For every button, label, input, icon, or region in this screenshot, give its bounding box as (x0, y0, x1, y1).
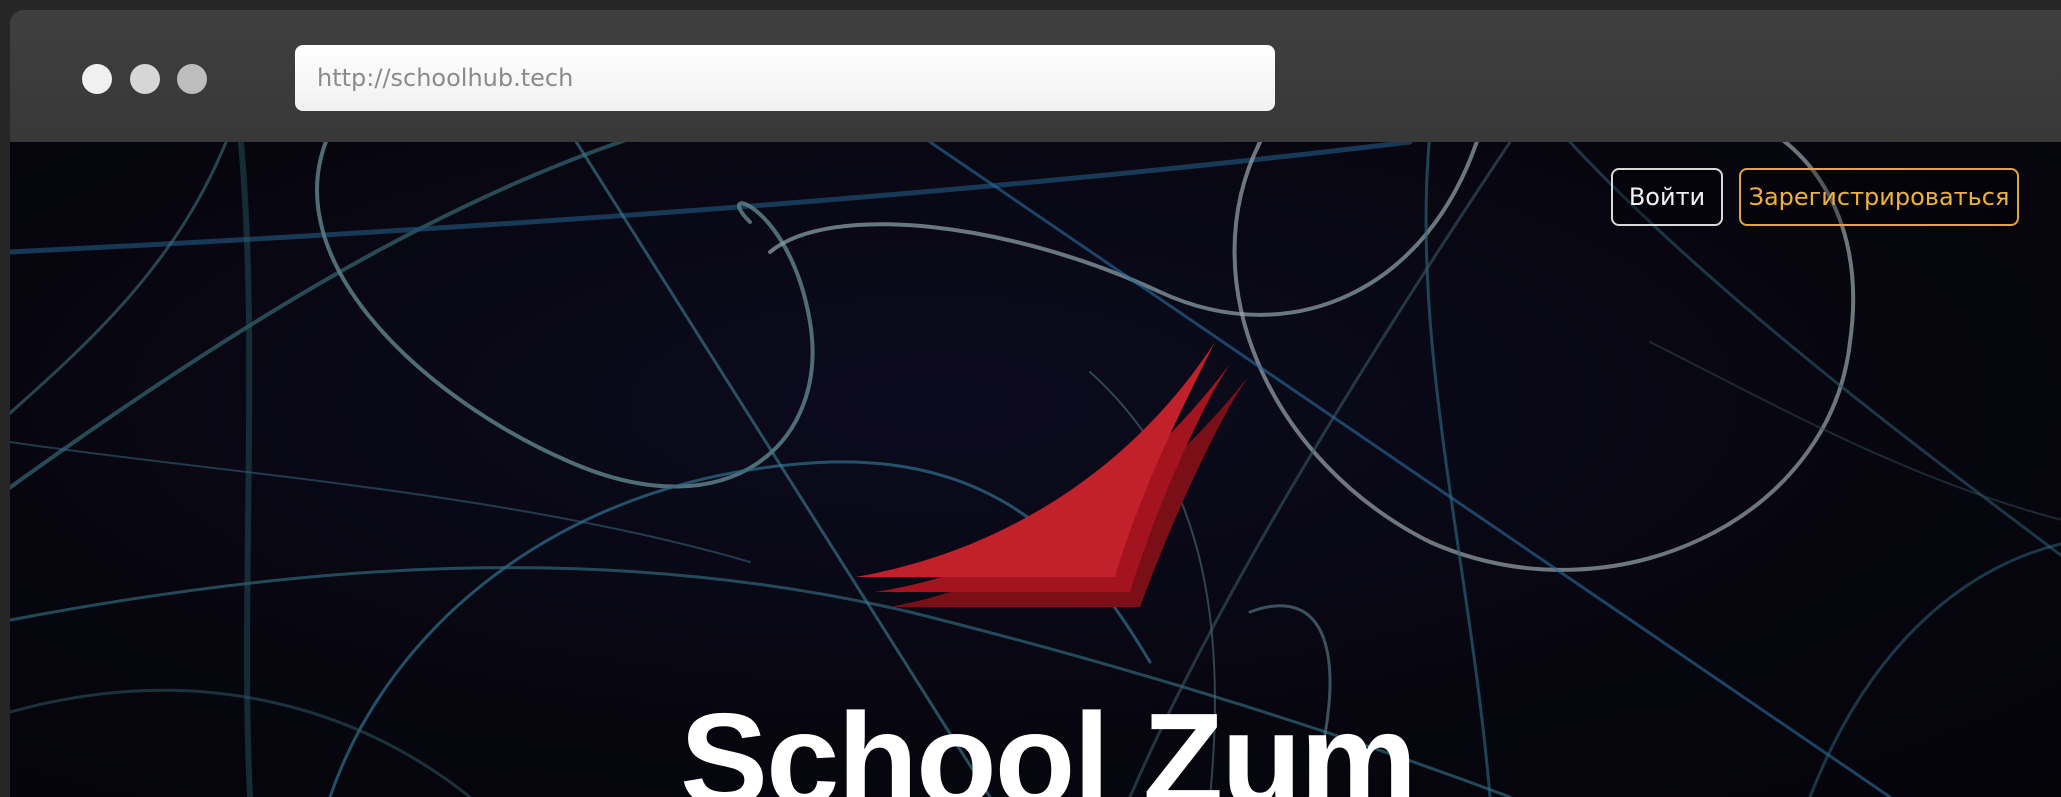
school-zum-logo-icon (855, 342, 1248, 607)
window-minimize-button[interactable] (130, 64, 160, 94)
browser-window: http://schoolhub.tech Войти Зарегистриро… (10, 10, 2061, 797)
hero-title: School Zum (680, 686, 1417, 797)
window-maximize-button[interactable] (177, 64, 207, 94)
address-bar-url: http://schoolhub.tech (317, 64, 574, 92)
page-viewport: Войти Зарегистрироваться School Zum (10, 142, 2061, 797)
login-button[interactable]: Войти (1611, 168, 1723, 226)
address-bar[interactable]: http://schoolhub.tech (295, 45, 1275, 111)
login-button-label: Войти (1628, 183, 1706, 211)
browser-titlebar: http://schoolhub.tech (10, 10, 2061, 142)
register-button-label: Зарегистрироваться (1748, 183, 2010, 211)
window-close-button[interactable] (82, 64, 112, 94)
register-button[interactable]: Зарегистрироваться (1739, 168, 2019, 226)
